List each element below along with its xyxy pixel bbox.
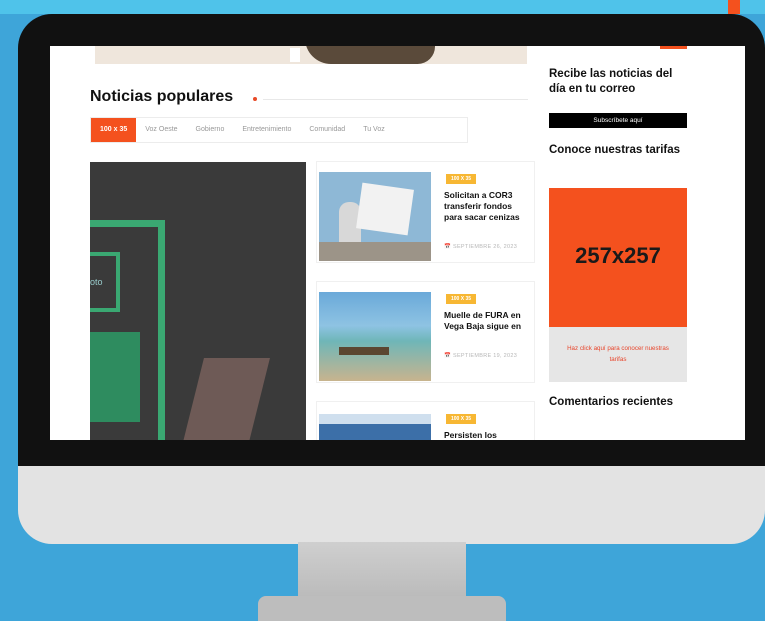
tab-100x35[interactable]: 100 x 35	[91, 118, 137, 142]
article-date-text: SEPTIEMBRE 26, 2023	[452, 244, 518, 250]
article-date-text: SEPTIEMBRE 19, 2023	[452, 353, 518, 359]
featured-article-image[interactable]: oto	[90, 162, 306, 440]
article-thumbnail[interactable]	[319, 172, 431, 261]
tab-entretenimiento[interactable]: Entretenimiento	[233, 118, 300, 142]
section-title-dot	[253, 97, 257, 101]
sidebar: Recibe las noticias del día en tu correo…	[549, 46, 689, 440]
rates-ad[interactable]: 257x257 Haz click aquí para conocer nues…	[549, 188, 687, 382]
tab-tu-voz[interactable]: Tu Voz	[354, 118, 394, 142]
article-headline[interactable]: Muelle de FURA en Vega Baja sigue en	[444, 310, 530, 332]
article-headline[interactable]: Solicitan a COR3 transferir fondos para …	[444, 190, 530, 223]
thumb-road	[319, 242, 431, 261]
recent-comments-title: Comentarios recientes	[549, 396, 673, 408]
tab-gobierno[interactable]: Gobierno	[187, 118, 234, 142]
monitor-stand-base	[258, 596, 506, 621]
monitor-screen: Noticias populares 100 x 35 Voz Oeste Go…	[50, 46, 745, 440]
article-date: 📅 SEPTIEMBRE 19, 2023	[444, 352, 530, 360]
article-card[interactable]: 100 X 35 Muelle de FURA en Vega Baja sig…	[317, 282, 534, 382]
feature-text-fragment: oto	[90, 277, 103, 287]
article-card[interactable]: 100 X 35 Solicitan a COR3 transferir fon…	[317, 162, 534, 262]
section-title: Noticias populares	[90, 88, 234, 105]
calendar-icon: 📅	[444, 244, 453, 250]
monitor-stand-neck	[298, 542, 466, 602]
category-badge[interactable]: 100 X 35	[446, 174, 477, 184]
top-banner-image[interactable]	[95, 46, 527, 64]
feature-graphic-block	[90, 332, 140, 422]
category-badge[interactable]: 100 X 35	[446, 294, 477, 304]
top-strip	[0, 0, 765, 14]
thumb-protest-sign	[356, 182, 414, 236]
article-card[interactable]: 100 X 35 Persisten los	[317, 402, 534, 440]
section-title-divider	[263, 99, 528, 100]
corner-accent	[728, 0, 740, 14]
category-badge[interactable]: 100 X 35	[446, 414, 477, 424]
sidebar-search-button[interactable]	[660, 46, 687, 49]
banner-label	[290, 48, 300, 62]
subscribe-button[interactable]: Subscríbete aquí	[549, 113, 687, 128]
ad-size-label: 257x257	[575, 243, 661, 268]
newsletter-title: Recibe las noticias del día en tu correo	[549, 68, 673, 95]
banner-shape	[305, 46, 435, 64]
calendar-icon: 📅	[444, 353, 453, 359]
monitor-chin	[18, 466, 765, 544]
article-headline[interactable]: Persisten los	[444, 430, 530, 440]
thumb-map-strip	[319, 414, 431, 424]
ad-rates-link[interactable]: Haz click aquí para conocer nuestras tar…	[561, 343, 675, 365]
article-date: 📅 SEPTIEMBRE 26, 2023	[444, 243, 530, 251]
article-thumbnail[interactable]	[319, 414, 431, 440]
category-tabs: 100 x 35 Voz Oeste Gobierno Entretenimie…	[90, 117, 468, 143]
thumb-dock	[339, 347, 389, 355]
rates-title: Conoce nuestras tarifas	[549, 144, 681, 156]
article-thumbnail[interactable]	[319, 292, 431, 381]
tab-voz-oeste[interactable]: Voz Oeste	[136, 118, 186, 142]
feature-graphic-shape	[180, 358, 270, 440]
tab-comunidad[interactable]: Comunidad	[300, 118, 354, 142]
